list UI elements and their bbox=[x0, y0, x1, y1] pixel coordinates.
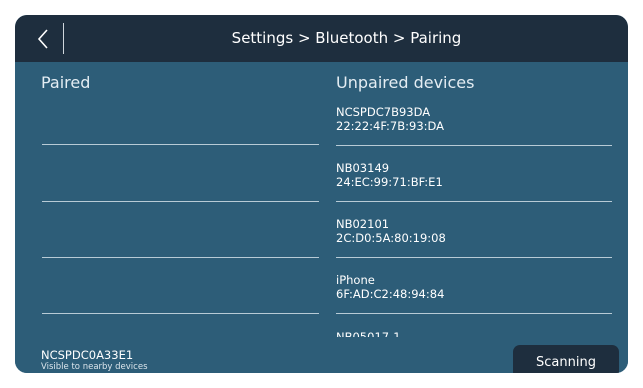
breadcrumb-title: Settings > Bluetooth > Pairing bbox=[231, 29, 462, 47]
device-row-divider bbox=[336, 313, 612, 314]
device-row-divider bbox=[336, 145, 612, 146]
header-divider bbox=[63, 23, 64, 54]
paired-row-divider bbox=[42, 257, 319, 258]
header-bar: Settings > Bluetooth > Pairing bbox=[15, 15, 628, 62]
device-mac: 22:22:4F:7B:93:DA bbox=[336, 119, 445, 133]
device-item[interactable]: NB03149 24:EC:99:71:BF:E1 bbox=[336, 155, 616, 207]
device-item[interactable]: NB02101 2C:D0:5A:80:19:08 bbox=[336, 211, 616, 263]
paired-row-divider bbox=[42, 313, 319, 314]
own-device-name: NCSPDC0A33E1 bbox=[41, 348, 134, 362]
device-row-divider bbox=[336, 201, 612, 202]
device-mac: 24:EC:99:71:BF:E1 bbox=[336, 175, 443, 189]
scanning-button[interactable]: Scanning bbox=[513, 345, 619, 373]
device-item[interactable]: iPhone 6F:AD:C2:48:94:84 bbox=[336, 267, 616, 319]
device-name: NB02101 bbox=[336, 217, 390, 231]
visibility-status: Visible to nearby devices bbox=[41, 362, 148, 372]
device-mac: 2C:D0:5A:80:19:08 bbox=[336, 231, 446, 245]
pairing-screen: Settings > Bluetooth > Pairing Paired Un… bbox=[15, 15, 628, 373]
device-name: NCSPDC7B93DA bbox=[336, 105, 431, 119]
back-button[interactable] bbox=[23, 21, 63, 56]
device-name: NB03149 bbox=[336, 161, 390, 175]
device-row-divider bbox=[336, 257, 612, 258]
device-item[interactable]: NCSPDC7B93DA 22:22:4F:7B:93:DA bbox=[336, 99, 616, 151]
unpaired-heading: Unpaired devices bbox=[336, 73, 475, 92]
paired-row-divider bbox=[42, 144, 319, 145]
chevron-left-icon bbox=[37, 28, 48, 49]
device-name: iPhone bbox=[336, 273, 375, 287]
device-mac: 6F:AD:C2:48:94:84 bbox=[336, 287, 445, 301]
paired-row-divider bbox=[42, 201, 319, 202]
paired-heading: Paired bbox=[41, 73, 91, 92]
